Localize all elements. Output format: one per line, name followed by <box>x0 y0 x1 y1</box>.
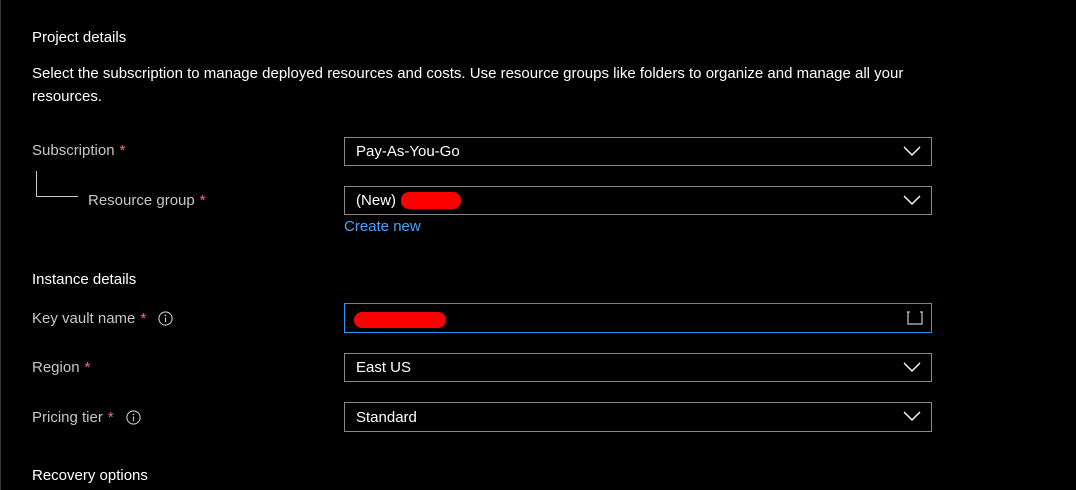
region-value: East US <box>356 359 412 376</box>
project-details-heading: Project details <box>32 29 127 46</box>
key-vault-name-label: Key vault name * <box>32 310 173 327</box>
resource-group-label-text: Resource group <box>88 192 195 209</box>
subscription-label: Subscription * <box>32 142 125 159</box>
pricing-tier-label-text: Pricing tier <box>32 409 103 426</box>
chevron-down-icon <box>903 146 921 156</box>
create-new-link[interactable]: Create new <box>344 218 421 235</box>
info-icon[interactable] <box>158 311 173 326</box>
region-dropdown[interactable]: East US <box>344 353 932 382</box>
resource-group-value-prefix: (New) <box>356 192 396 209</box>
chevron-down-icon <box>903 195 921 205</box>
required-marker: * <box>140 310 147 327</box>
chevron-down-icon <box>903 411 921 421</box>
region-label-text: Region <box>32 359 80 376</box>
info-icon[interactable] <box>126 410 141 425</box>
subscription-dropdown[interactable]: Pay-As-You-Go <box>344 137 932 166</box>
subscription-value: Pay-As-You-Go <box>356 143 460 160</box>
chevron-down-icon <box>903 362 921 372</box>
subscription-label-text: Subscription <box>32 142 115 159</box>
resource-group-tree-connector <box>36 171 78 197</box>
left-frame-border <box>0 0 1 490</box>
required-marker: * <box>199 192 206 209</box>
resource-group-dropdown[interactable]: (New) <box>344 186 932 215</box>
redaction-mark <box>354 312 446 328</box>
resource-group-label: Resource group * <box>88 192 206 209</box>
pricing-tier-dropdown[interactable]: Standard <box>344 402 932 432</box>
redaction-mark <box>401 192 461 209</box>
text-input-icon <box>907 311 923 325</box>
required-marker: * <box>107 409 114 426</box>
key-vault-name-input[interactable] <box>344 303 932 333</box>
pricing-tier-value: Standard <box>356 408 417 426</box>
pricing-tier-label: Pricing tier * <box>32 409 141 426</box>
region-label: Region * <box>32 359 90 376</box>
required-marker: * <box>119 142 126 159</box>
recovery-options-heading: Recovery options <box>32 467 148 484</box>
key-vault-name-label-text: Key vault name <box>32 310 136 327</box>
project-details-description: Select the subscription to manage deploy… <box>32 65 904 105</box>
resource-group-value: (New) <box>345 192 461 209</box>
instance-details-heading: Instance details <box>32 271 137 288</box>
required-marker: * <box>84 359 91 376</box>
